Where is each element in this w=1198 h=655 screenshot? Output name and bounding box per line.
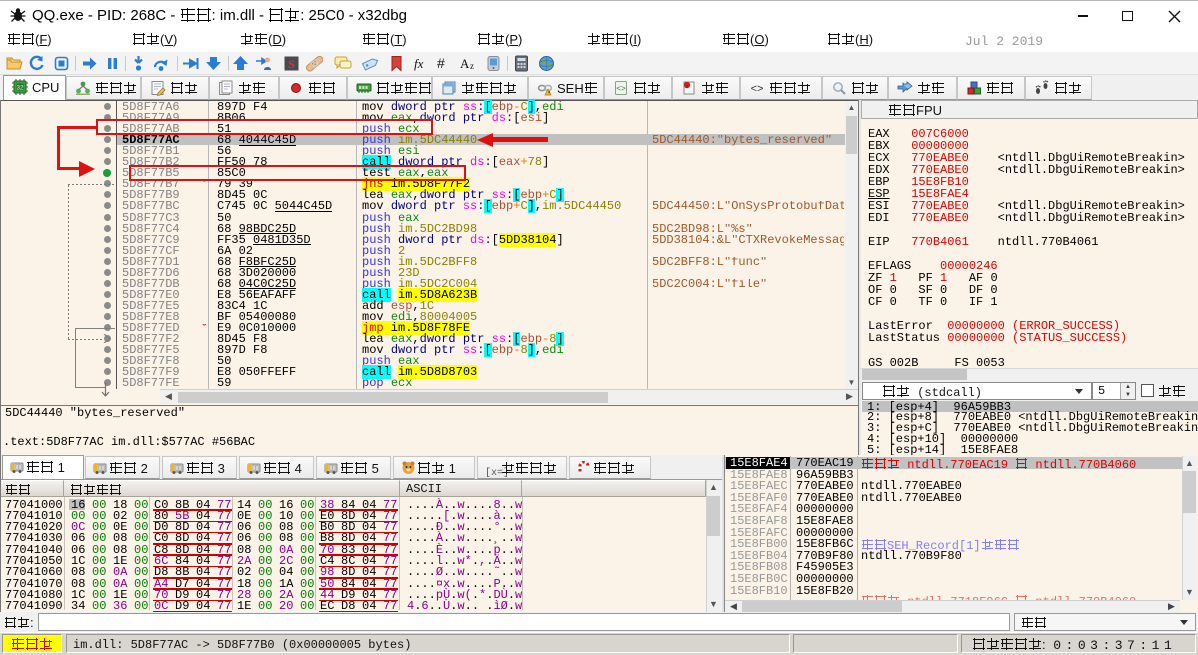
svg-text:fx: fx bbox=[414, 56, 424, 71]
svg-text:#: # bbox=[437, 55, 445, 71]
svg-text:S: S bbox=[288, 57, 295, 71]
svg-text:z: z bbox=[470, 61, 474, 71]
svg-text:<>: <> bbox=[616, 85, 626, 94]
svg-text:32: 32 bbox=[17, 86, 24, 92]
svg-text:A: A bbox=[460, 56, 470, 71]
svg-text:<>: <> bbox=[751, 83, 764, 95]
